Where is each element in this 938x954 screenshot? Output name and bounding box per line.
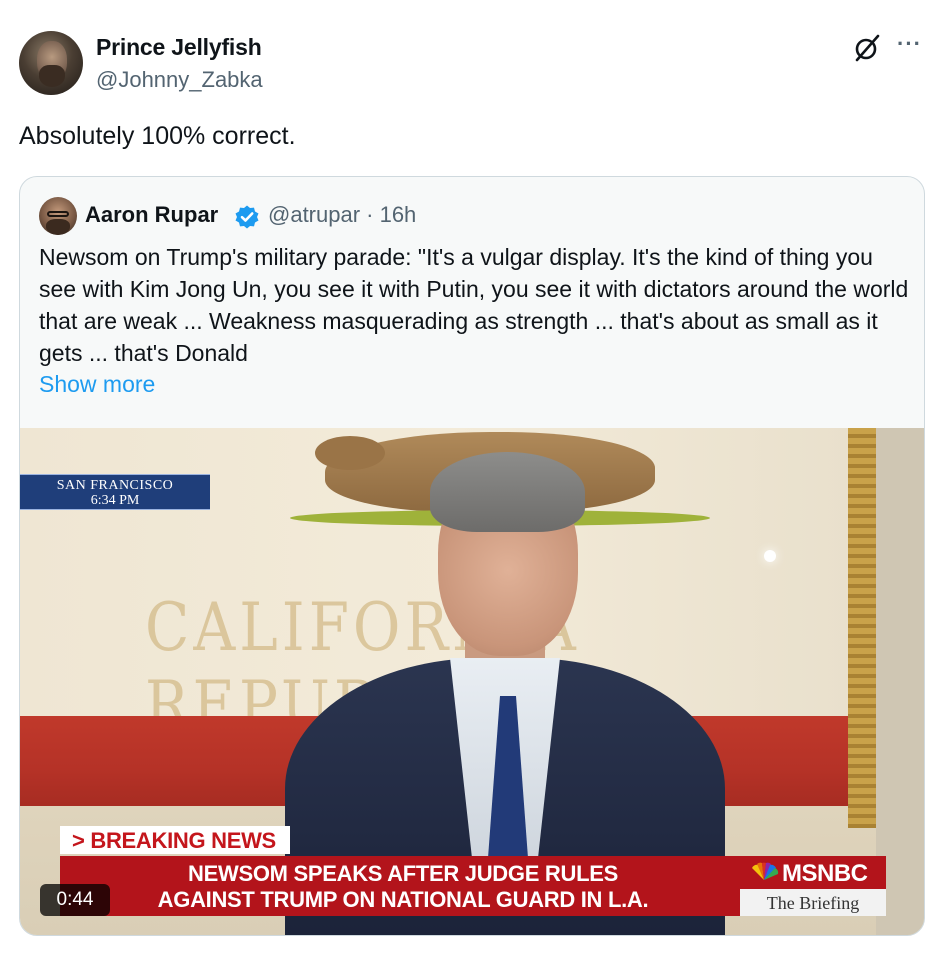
grok-icon[interactable] — [852, 33, 882, 63]
quoted-text: Newsom on Trump's military parade: "It's… — [39, 244, 909, 366]
headline-line-1: NEWSOM SPEAKS AFTER JUDGE RULES — [188, 861, 618, 886]
avatar-beard — [39, 65, 65, 87]
author-handle[interactable]: @Johnny_Zabka — [96, 67, 263, 93]
location-city: SAN FRANCISCO — [56, 478, 174, 493]
breaking-news-text: > BREAKING NEWS — [72, 828, 276, 853]
headline-banner: NEWSOM SPEAKS AFTER JUDGE RULES AGAINST … — [60, 856, 746, 916]
author-name[interactable]: Prince Jellyfish — [96, 34, 262, 61]
speaker-hair — [430, 452, 585, 532]
tweet: Prince Jellyfish @Johnny_Zabka ··· Absol… — [0, 0, 938, 954]
quoted-avatar-beard — [46, 219, 70, 235]
headline-line-2: AGAINST TRUMP ON NATIONAL GUARD IN L.A. — [157, 887, 649, 912]
author-avatar[interactable] — [19, 31, 83, 95]
quoted-tweet[interactable]: Aaron Rupar @atrupar · 16h Newsom on Tru… — [19, 176, 925, 936]
show-name: The Briefing — [766, 893, 860, 913]
quoted-author-name[interactable]: Aaron Rupar — [85, 202, 218, 228]
show-name-bug: The Briefing — [740, 889, 886, 916]
quoted-handle-time[interactable]: @atrupar · 16h — [268, 202, 416, 228]
peacock-icon — [748, 862, 780, 882]
network-name: MSNBC — [782, 860, 868, 887]
verified-badge-icon — [234, 204, 260, 230]
video-player[interactable]: CALIFORNIA REPUBLIC SAN FRANCISCO 6:34 P… — [20, 428, 924, 935]
flag-fringe — [848, 428, 876, 828]
location-bug: SAN FRANCISCO 6:34 PM — [20, 474, 210, 510]
more-dots-icon[interactable]: ··· — [897, 33, 925, 57]
video-duration: 0:44 — [56, 889, 94, 910]
quoted-avatar-glasses — [47, 211, 69, 217]
video-duration-badge: 0:44 — [40, 884, 110, 916]
quoted-avatar[interactable] — [39, 197, 77, 235]
location-time: 6:34 PM — [90, 493, 140, 508]
network-bug: MSNBC — [740, 856, 886, 889]
flag-bear-head — [315, 436, 385, 470]
show-more-link[interactable]: Show more — [39, 371, 155, 398]
breaking-news-label: > BREAKING NEWS — [60, 826, 290, 854]
tweet-text: Absolutely 100% correct. — [19, 122, 296, 150]
light-spot — [764, 550, 776, 562]
